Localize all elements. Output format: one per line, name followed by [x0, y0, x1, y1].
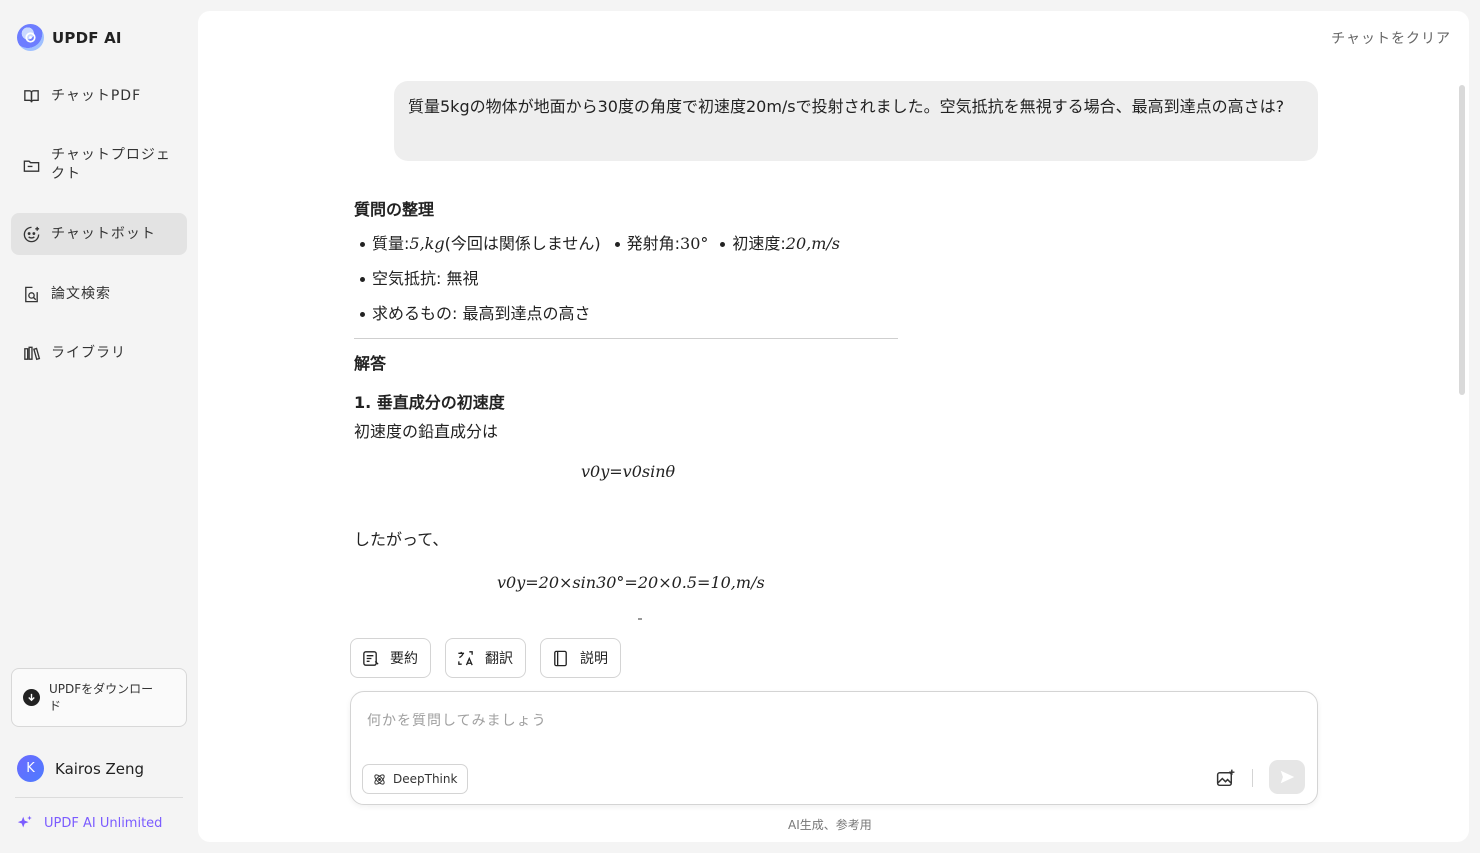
- bot-face-icon: [23, 226, 40, 242]
- quick-actions: 要約 翻訳 説明: [350, 638, 635, 678]
- sidebar-item-label: 論文検索: [51, 285, 111, 302]
- book-chat-icon: [24, 89, 39, 102]
- image-add-icon: [1216, 769, 1234, 786]
- sidebar-item-chatbot[interactable]: チャットボット: [11, 213, 187, 255]
- assistant-answer: 質問の整理 質量: 5,kg (今回は関係しません) 発射角: 30° 初速度:…: [354, 197, 900, 551]
- bullet-dot: [360, 241, 365, 247]
- velocity-label: 初速度:: [732, 234, 786, 253]
- doc-search-icon: [25, 286, 38, 302]
- scroll-fade: [638, 618, 642, 620]
- therefore-text: したがって、: [354, 530, 449, 549]
- plan-label: UPDF AI Unlimited: [44, 815, 163, 831]
- send-icon: [1280, 770, 1295, 784]
- scrollbar[interactable]: [1459, 85, 1465, 395]
- sidebar-item-paper-search[interactable]: 論文検索: [11, 280, 187, 308]
- section-title: 質問の整理: [354, 200, 435, 219]
- download-icon: [23, 689, 40, 706]
- image-upload-button[interactable]: [1213, 766, 1237, 790]
- sidebar-item-chat-project[interactable]: チャットプロジェクト: [11, 143, 187, 187]
- explain-button[interactable]: 説明: [540, 638, 621, 678]
- angle-label: 発射角:: [626, 234, 681, 253]
- mass-label: 質量:: [372, 234, 410, 253]
- sidebar-item-library[interactable]: ライブラリ: [11, 339, 187, 367]
- angle-value: 30°: [680, 234, 709, 253]
- folder-chat-icon: [23, 160, 40, 172]
- section-divider: [354, 338, 898, 339]
- user-profile[interactable]: K Kairos Zeng: [17, 755, 144, 782]
- translate-icon: [458, 650, 473, 665]
- step-text: 初速度の鉛直成分は: [354, 422, 499, 441]
- summary-label: 要約: [390, 651, 418, 667]
- book-icon: [554, 650, 567, 666]
- deepthink-toggle[interactable]: DeepThink: [362, 764, 469, 794]
- section-title: 解答: [354, 354, 387, 373]
- sidebar-item-chat-pdf[interactable]: チャットPDF: [11, 82, 187, 110]
- chat-input[interactable]: [367, 710, 1267, 732]
- sidebar-divider: [15, 797, 183, 798]
- download-updf-button[interactable]: UPDFをダウンロード: [11, 668, 187, 727]
- sidebar-item-label: チャットプロジェクト: [51, 147, 171, 182]
- ai-disclaimer: AI生成、参考用: [788, 818, 872, 832]
- clear-chat-button[interactable]: チャットをクリア: [1331, 28, 1451, 48]
- bullet-row-params: 質量: 5,kg (今回は関係しません) 発射角: 30° 初速度: 20,m/…: [354, 231, 900, 257]
- sparkle-icon: [17, 815, 32, 828]
- mass-value: 5,kg: [409, 234, 445, 253]
- plan-link[interactable]: UPDF AI Unlimited: [16, 814, 162, 832]
- bullet-row-goal: 求めるもの: 最高到達点の高さ: [354, 301, 900, 327]
- deepthink-label: DeepThink: [393, 772, 458, 786]
- bullet-dot: [614, 241, 620, 247]
- sidebar-item-label: チャットPDF: [51, 87, 142, 104]
- goal-item: 求めるもの: 最高到達点の高さ: [372, 304, 591, 323]
- equation-vertical-velocity: v0y=v0sinθ: [581, 462, 676, 481]
- brand-name: UPDF AI: [52, 28, 122, 47]
- summary-icon: [363, 650, 379, 666]
- translate-label: 翻訳: [485, 651, 513, 667]
- summary-button[interactable]: 要約: [350, 638, 431, 678]
- sidebar: UPDF AI チャットPDF チャットプロジェクト チャットボット 論文検索 …: [0, 0, 198, 853]
- library-icon: [24, 346, 41, 360]
- bullet-dot: [360, 276, 365, 282]
- bullet-row-air: 空気抵抗: 無視: [354, 266, 900, 292]
- bullet-dot: [360, 311, 365, 317]
- send-button[interactable]: [1269, 760, 1305, 794]
- velocity-value: 20,m/s: [785, 234, 841, 253]
- updf-logo-icon: [17, 24, 44, 51]
- user-name: Kairos Zeng: [55, 759, 145, 778]
- user-message: 質量5kgの物体が地面から30度の角度で初速度20m/sで投射されました。空気抵…: [394, 81, 1318, 161]
- input-separator: [1252, 769, 1253, 787]
- sidebar-item-label: ライブラリ: [51, 344, 126, 361]
- sidebar-item-label: チャットボット: [51, 225, 156, 242]
- explain-label: 説明: [580, 651, 608, 667]
- chat-input-box: DeepThink: [350, 691, 1318, 805]
- air-item: 空気抵抗: 無視: [372, 269, 479, 288]
- download-label: UPDFをダウンロード: [49, 681, 154, 713]
- bullet-dot: [720, 241, 726, 247]
- avatar: K: [17, 755, 44, 782]
- translate-button[interactable]: 翻訳: [445, 638, 526, 678]
- step-title: 1. 垂直成分の初速度: [354, 393, 505, 412]
- brand[interactable]: UPDF AI: [17, 24, 122, 51]
- mass-note: (今回は関係しません): [444, 234, 601, 253]
- chat-panel: チャットをクリア 質量5kgの物体が地面から30度の角度で初速度20m/sで投射…: [198, 11, 1469, 842]
- atom-icon: [374, 773, 385, 785]
- equation-vertical-velocity-value: v0y=20×sin30°=20×0.5=10,m/s: [497, 573, 765, 592]
